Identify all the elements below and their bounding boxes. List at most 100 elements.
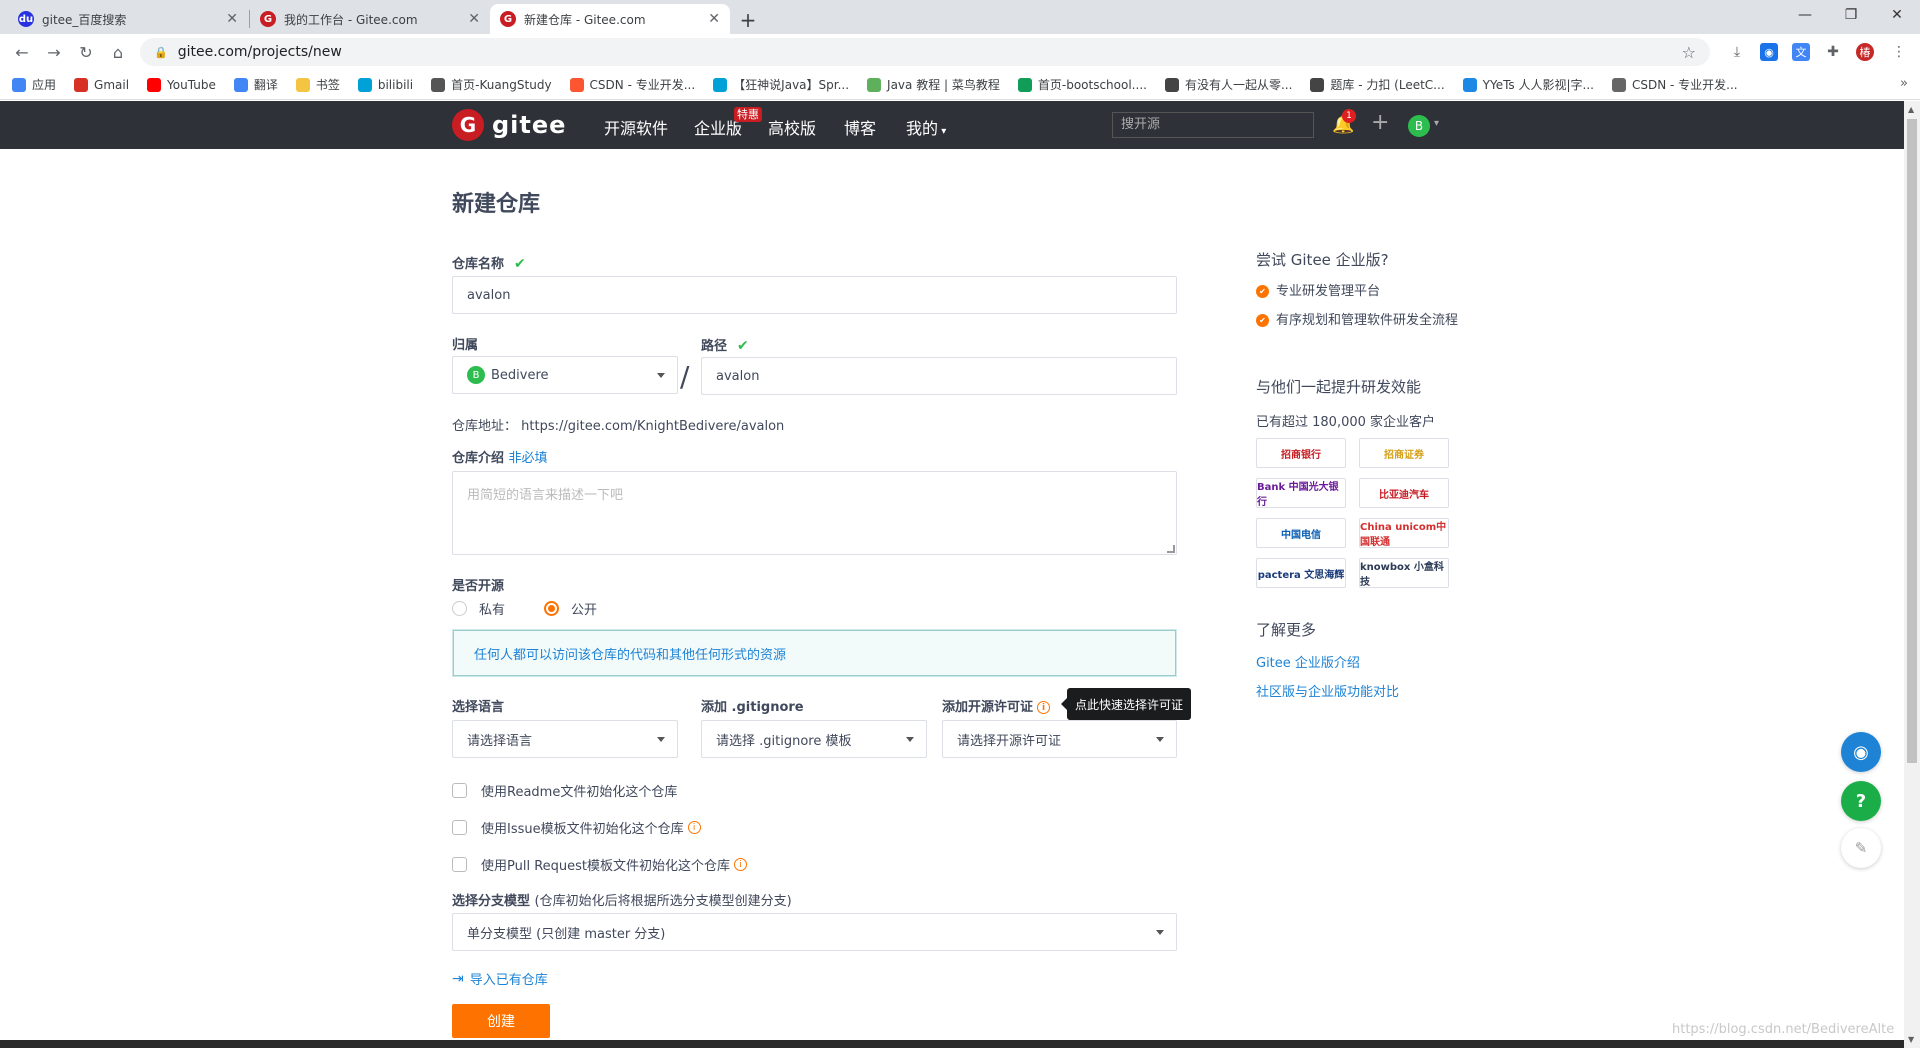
reload-icon[interactable]: ↻ — [74, 40, 98, 64]
apps-icon — [12, 77, 26, 92]
vertical-scrollbar[interactable]: ▲ ▼ — [1904, 101, 1920, 1048]
bookmark-item[interactable]: bilibili — [357, 77, 413, 92]
close-tab-icon[interactable]: ✕ — [226, 11, 238, 27]
bookmark-item[interactable]: Gmail — [74, 77, 129, 92]
chevron-down-icon[interactable]: ▾ — [1434, 118, 1439, 129]
compare-editions-link[interactable]: 社区版与企业版功能对比 — [1256, 681, 1399, 700]
close-tab-icon[interactable]: ✕ — [708, 11, 720, 27]
radio-button-selected[interactable] — [544, 601, 559, 616]
radio-private[interactable]: 私有 — [452, 599, 505, 618]
bookmarks-bar: 应用 Gmail YouTube 翻译 书签 bilibili 首页-KuangStudy C… — [0, 70, 1920, 100]
home-icon[interactable]: ⌂ — [106, 40, 130, 64]
plus-icon[interactable]: + — [1371, 110, 1389, 135]
bootschool-icon — [1017, 77, 1032, 92]
scroll-down-arrow-icon[interactable]: ▼ — [1908, 1035, 1914, 1044]
checkbox[interactable] — [452, 783, 467, 798]
sidebar-together-title: 与他们一起提升研发效能 — [1256, 378, 1422, 396]
info-icon[interactable]: i — [1037, 701, 1051, 714]
help-question-icon[interactable]: ? — [1841, 781, 1881, 821]
minimize-icon[interactable]: — — [1782, 0, 1828, 30]
radio-button[interactable] — [452, 601, 467, 616]
bookmark-item[interactable]: 有没有人一起从零... — [1164, 76, 1293, 93]
scroll-up-arrow-icon[interactable]: ▲ — [1908, 105, 1914, 114]
bookmarks-overflow-icon[interactable]: » — [1900, 76, 1908, 91]
branch-model-select[interactable]: 单分支模型 (只创建 master 分支) — [452, 913, 1177, 951]
nav-mine[interactable]: 我的 ▾ — [906, 115, 946, 139]
bookmark-item[interactable]: Java 教程 | 菜鸟教程 — [867, 76, 1000, 93]
radio-public[interactable]: 公开 — [544, 599, 597, 618]
user-avatar[interactable]: B — [1408, 115, 1430, 137]
create-button[interactable]: 创建 — [452, 1004, 550, 1038]
intro-label: 仓库介绍 非必填 — [452, 447, 548, 466]
bookmark-item[interactable]: 【狂神说Java】Spr... — [713, 76, 849, 93]
language-select[interactable]: 请选择语言 — [452, 720, 678, 758]
nav-education[interactable]: 高校版 — [768, 115, 816, 139]
menu-kebab-icon[interactable]: ⋮ — [1890, 43, 1908, 61]
gitee-logo[interactable]: G gitee — [452, 109, 566, 141]
bookmark-item[interactable]: YYeTs 人人影视|字... — [1462, 76, 1594, 93]
feature-item: ✔ 专业研发管理平台 — [1256, 282, 1456, 301]
bookmark-item[interactable]: 应用 — [12, 76, 56, 93]
restore-icon[interactable]: ❐ — [1828, 0, 1874, 30]
csdn-icon — [569, 77, 584, 92]
license-label-text: 添加开源许可证 — [942, 700, 1034, 715]
enterprise-intro-link[interactable]: Gitee 企业版介绍 — [1256, 652, 1360, 671]
download-icon[interactable]: ⤓ — [1728, 43, 1746, 61]
checkbox-pr[interactable]: 使用Pull Request模板文件初始化这个仓库 i — [452, 855, 748, 874]
browser-tab-active[interactable]: G 新建仓库 - Gitee.com ✕ — [490, 4, 730, 34]
browser-tab-strip: du gitee_百度搜索 ✕ G 我的工作台 - Gitee.com ✕ G … — [0, 0, 1920, 34]
close-window-icon[interactable]: ✕ — [1874, 0, 1920, 30]
bookmark-item[interactable]: YouTube — [147, 77, 216, 92]
bookmark-label: 有没有人一起从零... — [1184, 78, 1293, 92]
checkbox-issue[interactable]: 使用Issue模板文件初始化这个仓库 i — [452, 818, 701, 837]
back-icon[interactable]: ← — [10, 40, 34, 64]
chat-bubble-icon[interactable]: ◉ — [1841, 732, 1881, 772]
checkbox[interactable] — [452, 857, 467, 872]
bookmark-item[interactable]: 首页-bootschool.... — [1017, 76, 1147, 93]
resize-handle[interactable] — [1167, 545, 1175, 553]
owner-select[interactable]: B Bedivere — [452, 356, 678, 394]
intro-label-text: 仓库介绍 — [452, 451, 505, 466]
info-icon[interactable]: i — [687, 821, 701, 834]
feedback-edit-icon[interactable]: ✎ — [1841, 828, 1881, 868]
checkbox-readme[interactable]: 使用Readme文件初始化这个仓库 — [452, 781, 677, 800]
bookmark-item[interactable]: CSDN - 专业开发... — [569, 76, 695, 93]
bookmark-item[interactable]: 题库 - 力扣 (LeetC... — [1310, 76, 1445, 93]
bookmark-item[interactable]: 首页-KuangStudy — [431, 76, 552, 93]
nav-blog[interactable]: 博客 — [844, 115, 876, 139]
info-icon[interactable]: i — [734, 858, 748, 871]
bookmark-label: Java 教程 | 菜鸟教程 — [887, 78, 1000, 92]
bookmark-item[interactable]: 书签 — [295, 76, 340, 93]
translate-extension-icon[interactable]: 文 — [1792, 43, 1810, 61]
browser-tab[interactable]: G 我的工作台 - Gitee.com ✕ — [250, 4, 490, 34]
nav-open-source[interactable]: 开源软件 — [604, 115, 668, 139]
extension-icon[interactable]: ◉ — [1760, 43, 1778, 61]
gitignore-select[interactable]: 请选择 .gitignore 模板 — [701, 720, 927, 758]
repo-name-input[interactable]: avalon — [452, 276, 1177, 314]
repo-name-label-text: 仓库名称 — [452, 257, 505, 272]
check-circle-icon: ✔ — [1256, 285, 1269, 298]
check-icon: ✔ — [514, 256, 526, 272]
header-search-input[interactable]: 搜开源 — [1112, 112, 1314, 138]
owner-label: 归属 — [452, 338, 479, 353]
license-select[interactable]: 请选择开源许可证 — [942, 720, 1177, 758]
tab-title: 我的工作台 - Gitee.com — [284, 12, 418, 27]
bookmark-item[interactable]: 翻译 — [233, 76, 278, 93]
forward-icon[interactable]: → — [42, 40, 66, 64]
new-tab-button[interactable]: + — [734, 6, 762, 34]
sidebar-try-title: 尝试 Gitee 企业版? — [1256, 251, 1389, 269]
close-tab-icon[interactable]: ✕ — [468, 11, 480, 27]
intro-textarea[interactable]: 用简短的语言来描述一下吧 — [452, 471, 1177, 555]
extensions-puzzle-icon[interactable]: ✚ — [1824, 43, 1842, 61]
address-bar[interactable]: 🔒 gitee.com/projects/new ☆ — [140, 38, 1710, 66]
browser-tab[interactable]: du gitee_百度搜索 ✕ — [8, 4, 248, 34]
path-input[interactable]: avalon — [701, 357, 1177, 395]
scrollbar-thumb[interactable] — [1907, 119, 1917, 763]
checkbox[interactable] — [452, 820, 467, 835]
bookmark-item[interactable]: CSDN - 专业开发... — [1612, 76, 1738, 93]
bookmark-star-icon[interactable]: ☆ — [1682, 43, 1696, 62]
license-value: 请选择开源许可证 — [957, 733, 1062, 749]
branch-label: 选择分支模型 (仓库初始化后将根据所选分支模型创建分支) — [452, 890, 792, 909]
profile-avatar[interactable]: 椿 — [1856, 43, 1874, 61]
import-repo-link[interactable]: ⇥ 导入已有仓库 — [452, 969, 548, 989]
